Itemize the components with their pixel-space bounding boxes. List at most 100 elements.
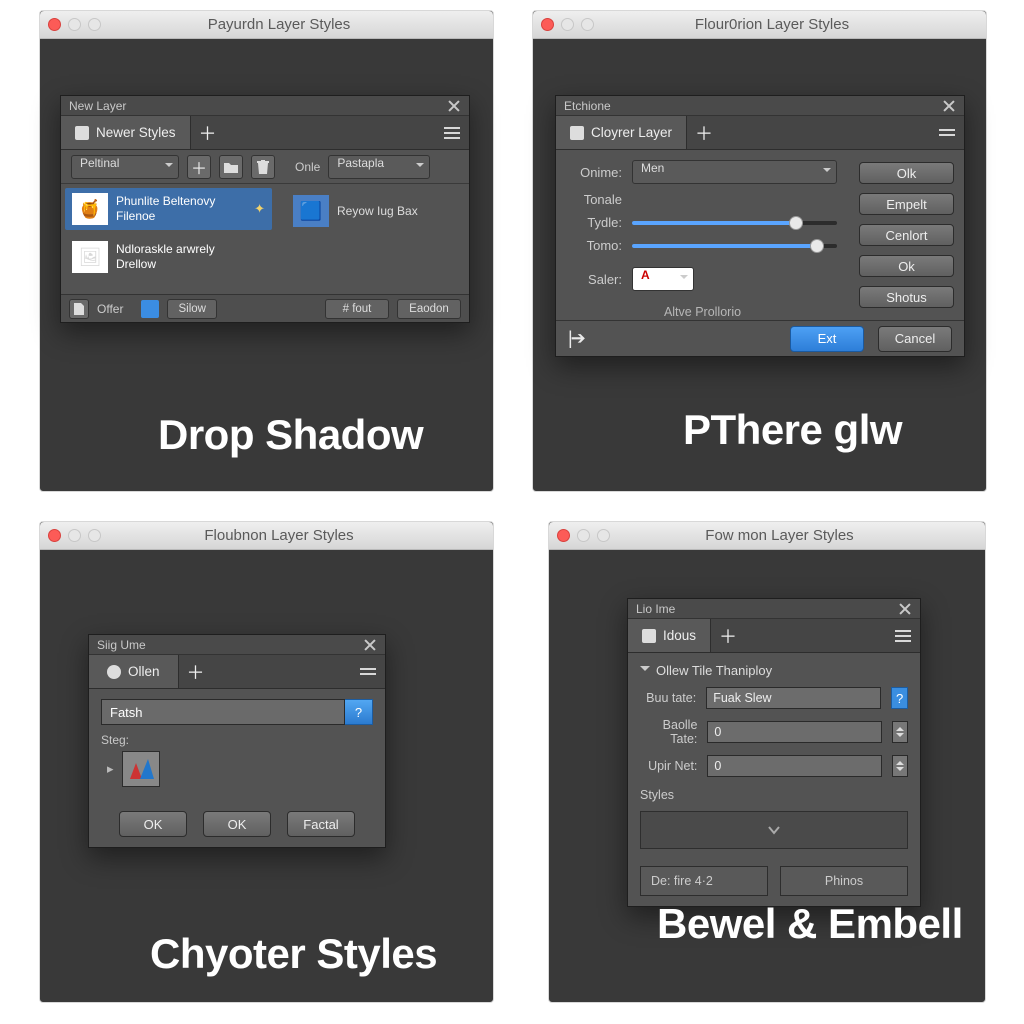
doc-icon[interactable] bbox=[69, 299, 89, 319]
ok-button[interactable]: OK bbox=[119, 811, 187, 837]
preset-row-text: Phunlite BeltenovyFilenoe bbox=[116, 194, 215, 224]
preview-area: 🟦 Reyow Iug Bax bbox=[276, 184, 469, 294]
styles-dropzone[interactable] bbox=[640, 811, 908, 849]
stage-label: Steg: bbox=[101, 733, 373, 747]
tomo-label: Tomo: bbox=[568, 238, 622, 253]
close-icon[interactable] bbox=[447, 99, 461, 113]
panel-menu-icon[interactable] bbox=[930, 116, 964, 149]
window-titlebar[interactable]: Flour0rion Layer Styles bbox=[533, 11, 986, 39]
zoom-dot[interactable] bbox=[597, 529, 610, 542]
baolle-stepper[interactable] bbox=[892, 721, 908, 743]
shotus-button[interactable]: Shotus bbox=[859, 286, 954, 308]
baolle-label: Baolle Tate: bbox=[640, 718, 697, 746]
trash-icon[interactable] bbox=[251, 155, 275, 179]
panel-header[interactable]: Etchione bbox=[556, 96, 964, 116]
close-dot[interactable] bbox=[48, 18, 61, 31]
traffic-lights[interactable] bbox=[541, 18, 594, 31]
ext-button[interactable]: Ext bbox=[790, 326, 864, 352]
window-titlebar[interactable]: Floubnon Layer Styles bbox=[40, 522, 493, 550]
panel-menu-icon[interactable] bbox=[435, 116, 469, 149]
help-icon[interactable]: ? bbox=[891, 687, 908, 709]
tab-ollen[interactable]: Ollen bbox=[89, 655, 179, 688]
zoom-dot[interactable] bbox=[88, 18, 101, 31]
star-icon[interactable]: ✦ bbox=[254, 201, 265, 217]
zoom-dot[interactable] bbox=[88, 529, 101, 542]
swatch-preview[interactable] bbox=[122, 751, 160, 787]
cenlort-button[interactable]: Cenlort bbox=[859, 224, 954, 246]
cancel-button[interactable]: Cancel bbox=[878, 326, 952, 352]
panel-header-label: Siig Ume bbox=[97, 638, 146, 652]
close-dot[interactable] bbox=[541, 18, 554, 31]
tomo-slider[interactable] bbox=[632, 244, 837, 248]
phinos-button[interactable]: Phinos bbox=[780, 866, 908, 896]
preview-thumb: 🟦 bbox=[293, 195, 329, 227]
gear-icon bbox=[107, 665, 121, 679]
disclosure-header[interactable]: Ollew Tile Thaniploy bbox=[640, 663, 908, 678]
close-icon[interactable] bbox=[363, 638, 377, 652]
ok2-button[interactable]: Ok bbox=[859, 255, 954, 277]
traffic-lights[interactable] bbox=[48, 18, 101, 31]
close-icon[interactable] bbox=[942, 99, 956, 113]
preset-row-selected[interactable]: 🍯 Phunlite BeltenovyFilenoe ✦ bbox=[65, 188, 272, 230]
add-button[interactable]: ＋ bbox=[187, 155, 211, 179]
name-input[interactable] bbox=[101, 699, 345, 725]
minimize-dot[interactable] bbox=[561, 18, 574, 31]
eaodon-button[interactable]: Eaodon bbox=[397, 299, 461, 319]
window-titlebar[interactable]: Payurdn Layer Styles bbox=[40, 11, 493, 39]
onle-dropdown[interactable]: Pastapla bbox=[328, 155, 430, 179]
upir-label: Upir Net: bbox=[640, 759, 697, 773]
help-icon[interactable]: ? bbox=[345, 699, 373, 725]
close-dot[interactable] bbox=[48, 529, 61, 542]
name-combo[interactable]: ? bbox=[101, 699, 373, 725]
ok-button[interactable]: Olk bbox=[859, 162, 954, 184]
baolle-input[interactable] bbox=[707, 721, 882, 743]
layer-icon bbox=[570, 126, 584, 140]
ok2-button[interactable]: OK bbox=[203, 811, 271, 837]
quad-label: Drop Shadow bbox=[158, 411, 423, 459]
minimize-dot[interactable] bbox=[577, 529, 590, 542]
tab-idous[interactable]: Idous bbox=[628, 619, 711, 652]
window-titlebar[interactable]: Fow mon Layer Styles bbox=[549, 522, 985, 550]
empelt-button[interactable]: Empelt bbox=[859, 193, 954, 215]
tab-cloyrer-layer[interactable]: Cloyrer Layer bbox=[556, 116, 687, 149]
panel-header-label: Etchione bbox=[564, 99, 611, 113]
silow-field[interactable]: Silow bbox=[167, 299, 216, 319]
preset-row[interactable]: 🖼 Ndloraskle arwrelyDrellow bbox=[65, 236, 272, 278]
tonale-label: Tonale bbox=[568, 192, 622, 207]
tab-add-button[interactable]: ＋ bbox=[179, 655, 213, 688]
close-icon[interactable] bbox=[898, 602, 912, 616]
panel-menu-icon[interactable] bbox=[351, 655, 385, 688]
folder-icon[interactable] bbox=[219, 155, 243, 179]
minimize-dot[interactable] bbox=[68, 18, 81, 31]
fout-button[interactable]: # fout bbox=[325, 299, 389, 319]
preset-list[interactable]: 🍯 Phunlite BeltenovyFilenoe ✦ 🖼 Ndlorask… bbox=[61, 184, 276, 294]
upir-stepper[interactable] bbox=[892, 755, 908, 777]
tydle-slider[interactable] bbox=[632, 221, 837, 225]
panel-footer: Offer Silow # fout Eaodon bbox=[61, 294, 469, 322]
tab-add-button[interactable]: ＋ bbox=[191, 116, 225, 149]
panel-header[interactable]: New Layer bbox=[61, 96, 469, 116]
zoom-dot[interactable] bbox=[581, 18, 594, 31]
minimize-dot[interactable] bbox=[68, 529, 81, 542]
quad-label: Chyoter Styles bbox=[150, 930, 437, 978]
tab-add-button[interactable]: ＋ bbox=[711, 619, 745, 652]
saler-swatch[interactable]: A bbox=[632, 267, 694, 291]
close-dot[interactable] bbox=[557, 529, 570, 542]
buutate-input[interactable] bbox=[706, 687, 881, 709]
chevron-right-icon[interactable]: ▸ bbox=[107, 761, 114, 777]
preset-row-text: Ndloraskle arwrelyDrellow bbox=[116, 242, 215, 272]
toolbar: Peltinal ＋ Onle Pastapla bbox=[61, 150, 469, 184]
panel-menu-icon[interactable] bbox=[886, 619, 920, 652]
onime-dropdown[interactable]: Men bbox=[632, 160, 837, 184]
factal-button[interactable]: Factal bbox=[287, 811, 355, 837]
tab-add-button[interactable]: ＋ bbox=[687, 116, 721, 149]
export-arrow-icon[interactable]: |➔ bbox=[568, 328, 584, 349]
blue-chip-icon[interactable] bbox=[141, 300, 159, 318]
preview-row[interactable]: 🟦 Reyow Iug Bax bbox=[286, 190, 459, 232]
quad-label: Bewel & Embell bbox=[657, 900, 963, 948]
tab-newer-styles[interactable]: Newer Styles bbox=[61, 116, 191, 149]
preset-dropdown[interactable]: Peltinal bbox=[71, 155, 179, 179]
upir-input[interactable] bbox=[707, 755, 882, 777]
dialog-button-column: Olk Empelt Cenlort Ok Shotus bbox=[849, 150, 964, 320]
onime-label: Onime: bbox=[568, 165, 622, 180]
